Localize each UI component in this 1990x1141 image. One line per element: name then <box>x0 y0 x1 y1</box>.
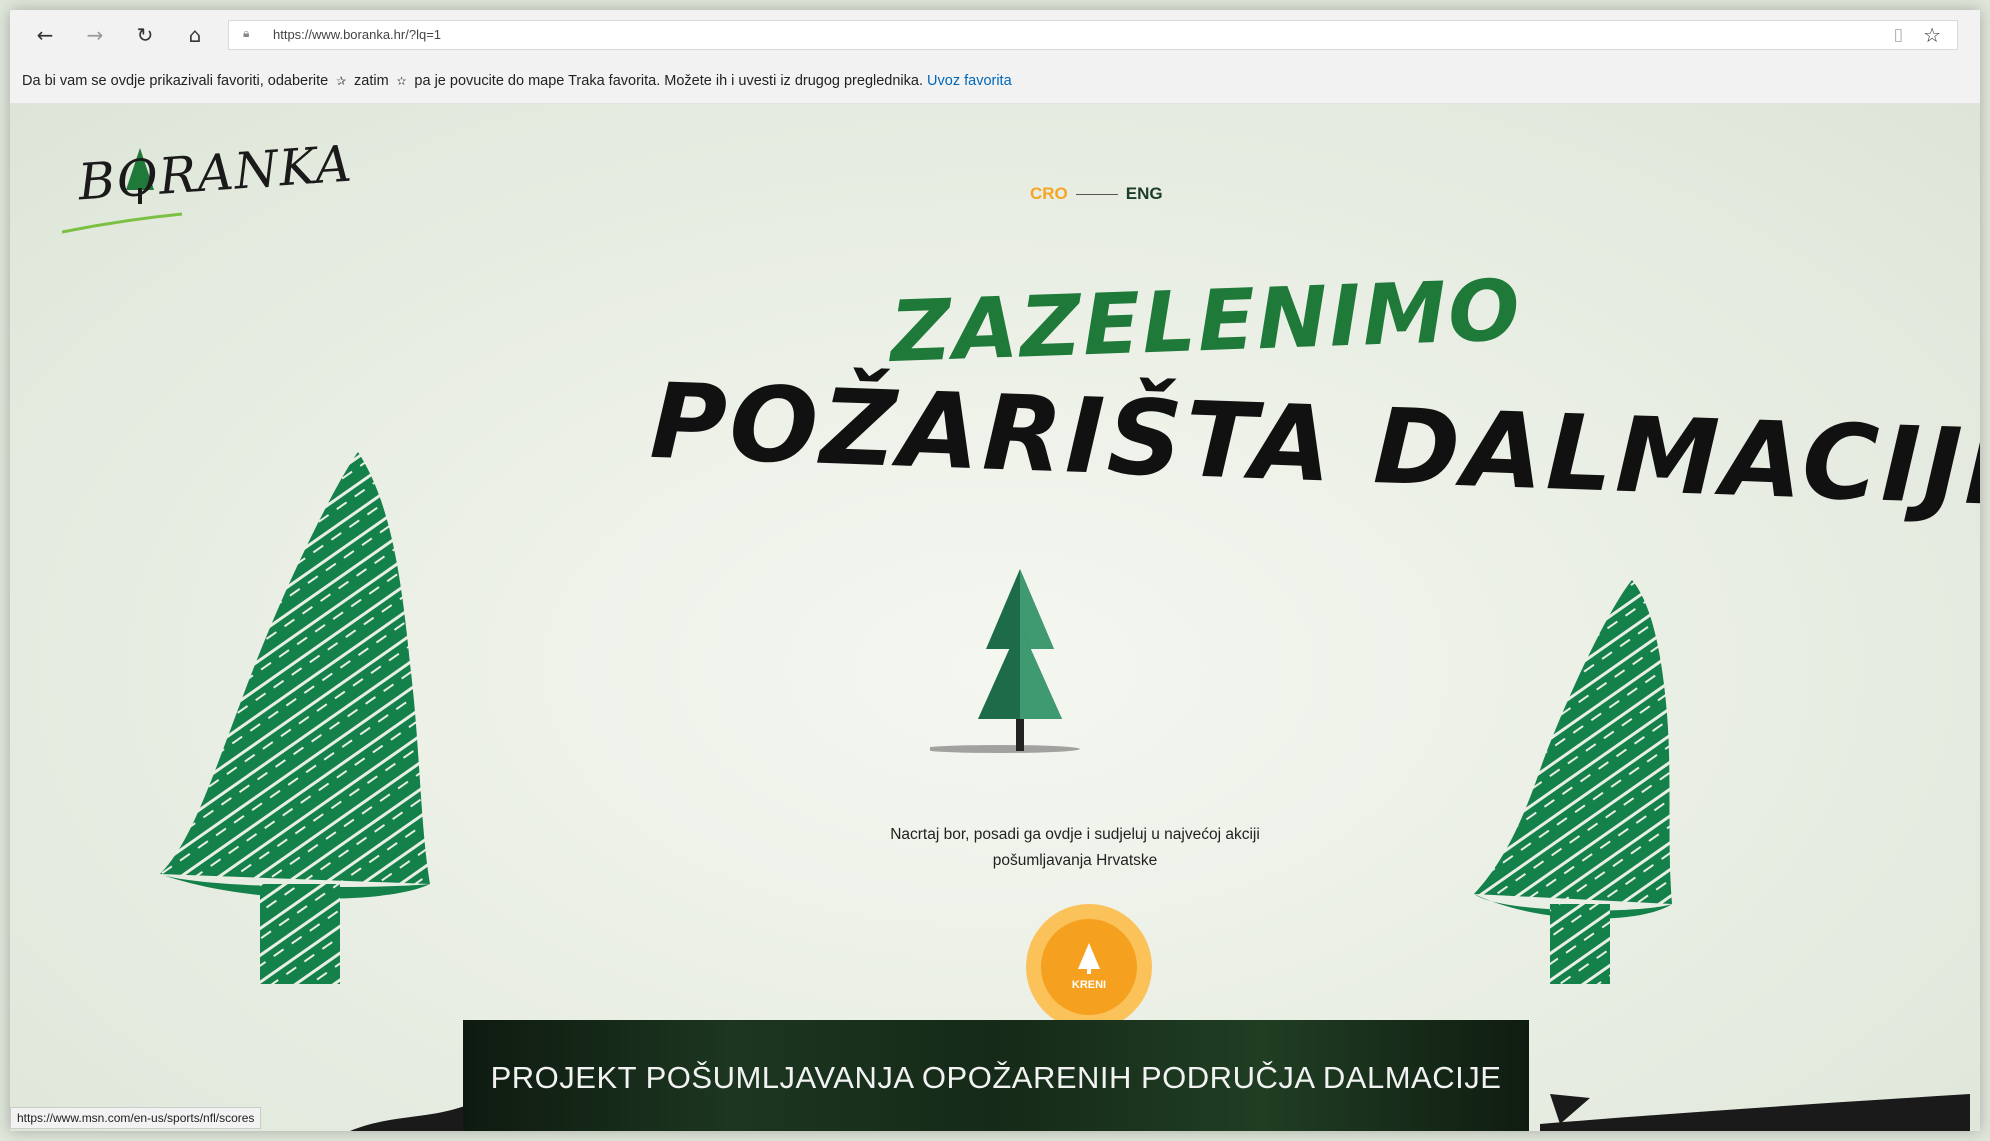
project-banner[interactable]: PROJEKT POŠUMLJAVANJA OPOŽARENIH PODRUČJ… <box>463 1020 1529 1131</box>
tagline-line-1: Nacrtaj bor, posadi ga ovdje i sudjeluj … <box>890 826 1260 843</box>
back-arrow-icon[interactable]: ← <box>32 22 58 48</box>
banner-text: PROJEKT POŠUMLJAVANJA OPOŽARENIH PODRUČJ… <box>490 1060 1502 1095</box>
boranka-logo[interactable]: BORANKA <box>62 134 354 234</box>
import-favorites-link[interactable]: Uvoz favorita <box>927 73 1012 89</box>
tagline-line-2: pošumljavanja Hrvatske <box>992 852 1158 869</box>
favorites-message-tail: pa je povucite do mape Traka favorita. M… <box>414 73 923 89</box>
tagline: Nacrtaj bor, posadi ga ovdje i sudjeluj … <box>850 822 1300 874</box>
favorites-message: Da bi vam se ovdje prikazivali favoriti,… <box>22 73 1012 89</box>
lang-divider <box>1075 194 1118 196</box>
center-tree-icon <box>930 569 1080 753</box>
favorites-bar: Da bi vam se ovdje prikazivali favoriti,… <box>10 60 1980 104</box>
star-icon: ✰ <box>332 74 350 88</box>
favorites-message-text: Da bi vam se ovdje prikazivali favoriti,… <box>22 73 329 89</box>
tree-icon <box>1078 943 1100 974</box>
kreni-label: KRENI <box>1071 979 1107 991</box>
kreni-button-inner: KRENI <box>1041 919 1137 1015</box>
headline-green: ZAZELENIMO <box>888 261 1524 381</box>
address-bar[interactable]: 🔒︎ https://www.boranka.hr/?lq=1 ▯ ☆ <box>228 20 1958 50</box>
headline-black: POŽARIŠTA DALMACIJE <box>648 359 1980 531</box>
language-switch: CRO ENG <box>1030 184 1163 204</box>
left-tree-illustration <box>160 452 430 984</box>
lang-eng-link[interactable]: ENG <box>1126 184 1163 203</box>
forward-arrow-icon[interactable]: → <box>82 22 108 48</box>
star-icon: ✫ <box>392 74 411 88</box>
reading-view-icon[interactable]: ▯ <box>1894 25 1903 45</box>
favorite-star-icon[interactable]: ☆ <box>1923 23 1941 47</box>
lang-cro-link[interactable]: CRO <box>1030 184 1068 203</box>
home-icon[interactable]: ⌂ <box>182 22 208 48</box>
refresh-icon[interactable]: ↻ <box>132 22 158 48</box>
kreni-button[interactable]: KRENI <box>1026 904 1152 1030</box>
browser-toolbar: ← → ↻ ⌂ 🔒︎ https://www.boranka.hr/?lq=1 … <box>10 10 1980 60</box>
lock-icon: 🔒︎ <box>243 26 250 40</box>
page-content: BORANKA CRO ENG ZAZELENIMO POŽARIŠTA DALM… <box>10 104 1980 1131</box>
status-bar-url: https://www.msn.com/en-us/sports/nfl/sco… <box>10 1107 262 1129</box>
url-text[interactable]: https://www.boranka.hr/?lq=1 <box>273 27 441 42</box>
browser-window: ← → ↻ ⌂ 🔒︎ https://www.boranka.hr/?lq=1 … <box>10 10 1980 1131</box>
right-tree-illustration <box>1474 580 1672 984</box>
favorites-message-mid: zatim <box>354 73 389 89</box>
